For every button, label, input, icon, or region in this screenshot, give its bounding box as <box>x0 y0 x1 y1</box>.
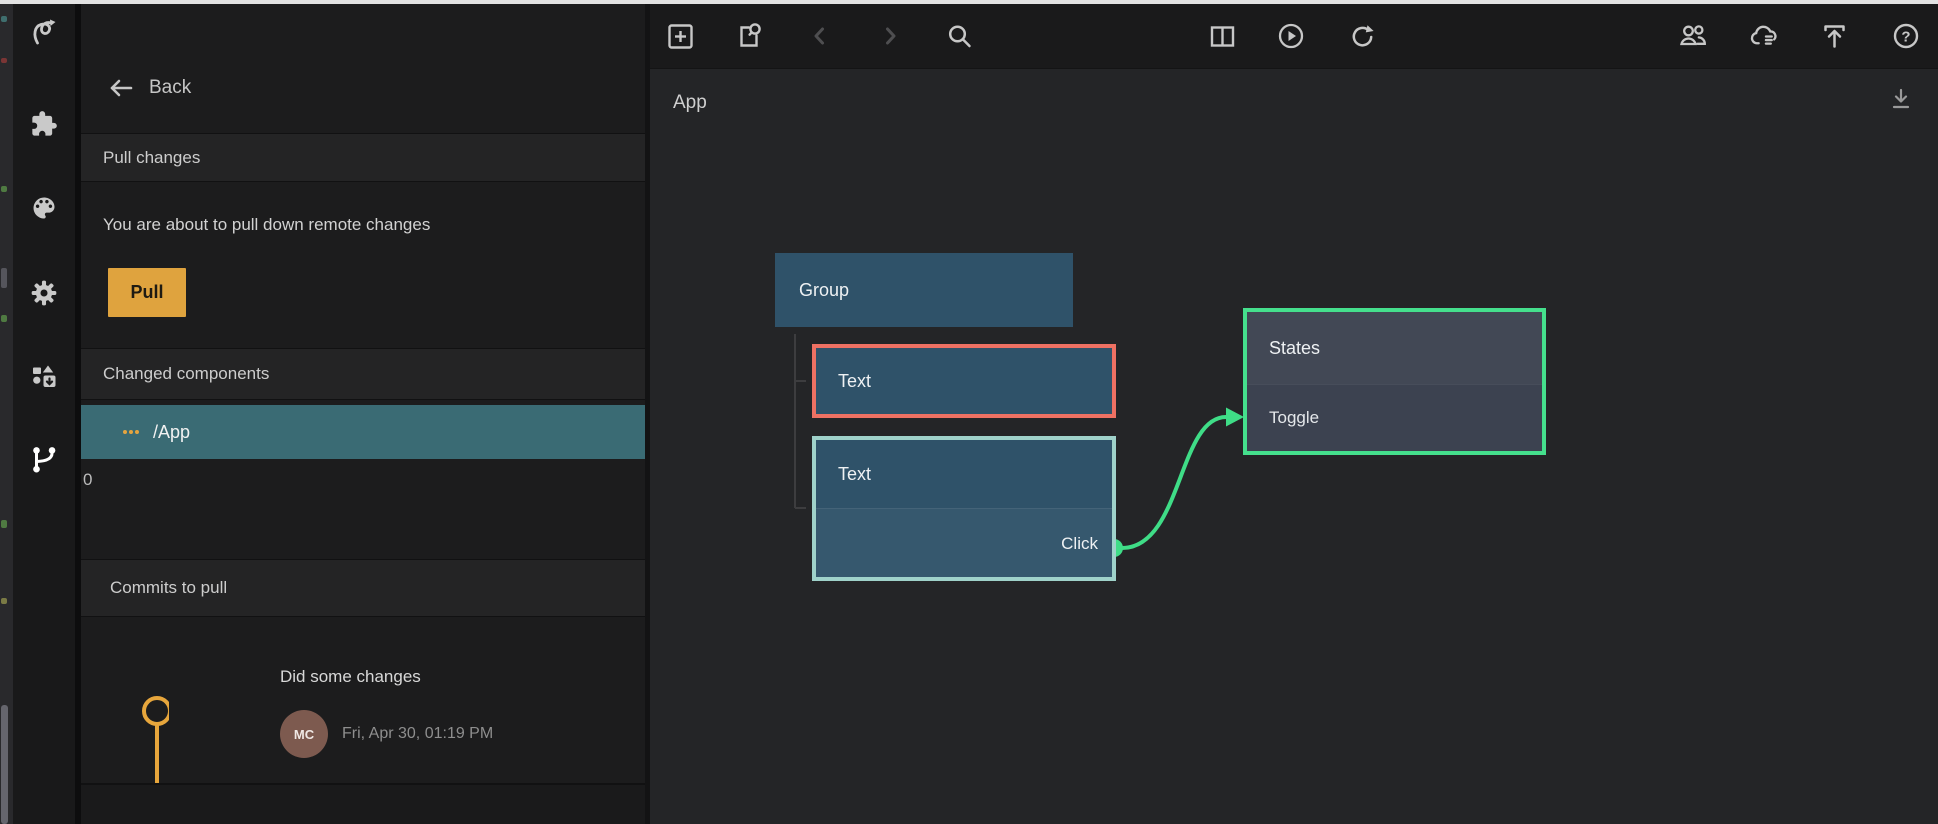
pull-button[interactable]: Pull <box>108 268 186 317</box>
version-control-panel: Back Pull changes You are about to pull … <box>81 0 645 824</box>
styles-palette-icon[interactable] <box>28 192 60 224</box>
preview-play-button[interactable] <box>1276 21 1306 51</box>
search-button[interactable] <box>944 21 974 51</box>
add-node-button[interactable] <box>665 21 695 51</box>
text-node-conflict[interactable]: Text <box>812 344 1116 418</box>
nav-back-button[interactable] <box>805 21 835 51</box>
commit-author-avatar: MC <box>280 710 328 758</box>
nav-forward-button[interactable] <box>875 21 905 51</box>
click-to-toggle-connection <box>1122 417 1226 548</box>
settings-gear-icon[interactable] <box>28 277 60 309</box>
text-node-label: Text <box>838 464 871 485</box>
node-canvas-area: ? App Group <box>645 0 1938 824</box>
pull-info-text: You are about to pull down remote change… <box>103 215 430 235</box>
states-node-label: States <box>1269 312 1320 384</box>
svg-text:?: ? <box>1901 29 1910 46</box>
text-node-selected[interactable]: Text Click <box>812 436 1116 581</box>
plugins-puzzle-icon[interactable] <box>28 108 60 140</box>
commit-graph-marker <box>135 695 169 785</box>
text-node-port-row: Click <box>816 508 1112 577</box>
download-export-button[interactable] <box>1888 86 1914 112</box>
back-arrow-icon <box>107 75 135 101</box>
window-top-edge <box>0 0 1938 4</box>
commit-message: Did some changes <box>280 667 421 687</box>
refresh-button[interactable] <box>1347 21 1377 51</box>
changed-dots-icon <box>122 428 140 436</box>
commit-timestamp: Fri, Apr 30, 01:19 PM <box>342 725 493 743</box>
split-view-button[interactable] <box>1207 21 1237 51</box>
collaborators-button[interactable] <box>1678 21 1708 51</box>
changed-components-header: Changed components <box>81 348 645 400</box>
component-search-button[interactable] <box>734 21 764 51</box>
activity-rail <box>13 0 81 824</box>
states-node[interactable]: States Toggle <box>1243 308 1546 455</box>
commit-list-item: Did some changes MC Fri, Apr 30, 01:19 P… <box>81 640 645 783</box>
help-button[interactable]: ? <box>1891 21 1921 51</box>
changed-component-label: /App <box>153 422 190 443</box>
back-button[interactable]: Back <box>107 70 191 106</box>
canvas-toolbar: ? <box>650 0 1938 69</box>
components-import-icon[interactable] <box>28 361 60 393</box>
connection-arrowhead <box>1226 408 1244 427</box>
click-output-port[interactable]: Click <box>1061 509 1098 578</box>
text-node-label: Text <box>838 371 871 392</box>
cloud-sync-button[interactable] <box>1749 21 1779 51</box>
deploy-upload-button[interactable] <box>1819 21 1849 51</box>
changed-component-row[interactable]: /App <box>81 405 645 459</box>
group-node-label: Group <box>799 280 849 301</box>
pull-changes-header: Pull changes <box>81 133 645 182</box>
noodl-logo-icon[interactable] <box>28 16 60 48</box>
panel-bottom-strip <box>81 785 645 824</box>
toggle-input-port[interactable]: Toggle <box>1269 384 1319 451</box>
group-node[interactable]: Group <box>775 253 1073 327</box>
commits-to-pull-header: Commits to pull <box>81 559 645 617</box>
back-label: Back <box>149 77 191 99</box>
version-control-branch-icon[interactable] <box>28 443 60 475</box>
canvas-breadcrumb-title: App <box>673 92 707 114</box>
noodl-editor-window: Back Pull changes You are about to pull … <box>0 0 1938 824</box>
overflow-count-text: 0 <box>83 470 92 490</box>
background-window-sliver <box>0 0 13 824</box>
